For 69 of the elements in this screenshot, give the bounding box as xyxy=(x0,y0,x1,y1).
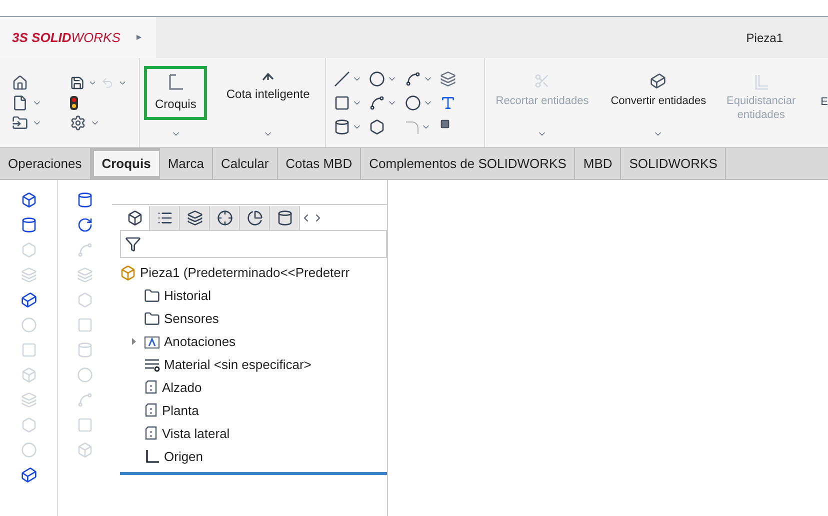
app-logo: 3S SOLIDWORKS xyxy=(12,28,120,47)
traffic-light-icon[interactable] xyxy=(70,96,78,110)
feature-tool-icon[interactable] xyxy=(20,217,36,233)
part-icon xyxy=(120,265,136,281)
ribbon-button[interactable]: Croquis xyxy=(144,66,208,120)
tree-item[interactable]: Vista lateral xyxy=(162,424,230,444)
ribbon-tab[interactable]: MBD xyxy=(575,148,622,179)
origin-icon xyxy=(144,448,160,464)
tree-item[interactable]: Alzado xyxy=(162,378,202,398)
panel-tab[interactable] xyxy=(240,206,270,230)
cylinder-icon xyxy=(276,210,292,226)
ribbon-label[interactable]: E xyxy=(820,94,828,111)
ribbon-tab[interactable]: Calcular xyxy=(212,148,278,179)
open-file-icon[interactable] xyxy=(12,114,28,130)
document-title: Pieza1 xyxy=(746,30,783,46)
tree-item[interactable]: Pieza1 (Predeterminado<<Predeterr xyxy=(120,262,387,284)
scissors-icon xyxy=(534,73,550,89)
circle-icon[interactable] xyxy=(369,70,386,86)
ribbon-tab[interactable]: Cotas MBD xyxy=(278,148,362,179)
feature-tool-icon[interactable] xyxy=(20,467,36,483)
feature-tool-icon[interactable] xyxy=(77,217,93,233)
layers-icon xyxy=(186,210,202,226)
ellipse-icon[interactable] xyxy=(404,94,421,110)
dimension-icon xyxy=(262,73,274,81)
list-icon xyxy=(156,210,172,226)
pie-icon xyxy=(246,210,262,226)
panel-tab[interactable] xyxy=(210,206,240,230)
sketch-icon xyxy=(166,73,185,91)
part-icon xyxy=(126,210,142,226)
tree-item[interactable]: Material <sin especificar> xyxy=(164,354,312,374)
ribbon-tab[interactable]: Complementos de SOLIDWORKS xyxy=(361,148,576,179)
ribbon-tab[interactable]: Croquis xyxy=(90,148,160,179)
expand-arrow-icon[interactable] xyxy=(132,338,136,345)
tree-item[interactable]: Anotaciones xyxy=(164,332,236,352)
crosshair-icon xyxy=(216,210,232,226)
panel-tab[interactable] xyxy=(150,206,180,230)
feature-tool-icon[interactable] xyxy=(20,192,36,208)
feature-tool-icon[interactable] xyxy=(20,292,36,308)
cube-icon xyxy=(650,73,666,89)
new-file-icon[interactable] xyxy=(12,94,28,110)
save-icon[interactable] xyxy=(70,74,84,90)
spline-icon[interactable] xyxy=(404,70,421,86)
settings-icon[interactable] xyxy=(70,114,86,130)
text-icon[interactable] xyxy=(440,94,456,110)
tree-item[interactable]: Origen xyxy=(164,446,204,466)
annotation-folder-icon xyxy=(144,334,160,350)
panel-tab[interactable] xyxy=(180,206,210,230)
rectangle-icon[interactable] xyxy=(334,94,350,110)
ribbon-button[interactable]: Convertir entidades xyxy=(604,66,714,116)
fillet-icon[interactable] xyxy=(404,120,419,134)
polygon-icon[interactable] xyxy=(369,118,386,134)
material-icon xyxy=(144,356,160,372)
ribbon-button[interactable]: Cota inteligente xyxy=(215,66,321,110)
ribbon-tab[interactable]: SOLIDWORKS xyxy=(621,148,726,179)
panel-tab[interactable] xyxy=(270,206,300,230)
filter-icon[interactable] xyxy=(125,236,141,252)
tree-item[interactable]: Sensores xyxy=(164,308,219,328)
home-icon[interactable] xyxy=(12,74,28,90)
line-icon[interactable] xyxy=(334,70,350,86)
arc-icon[interactable] xyxy=(369,94,386,110)
folder-icon xyxy=(144,288,160,304)
tree-item[interactable]: Historial xyxy=(164,286,211,306)
point-icon[interactable] xyxy=(440,118,450,128)
slot-icon[interactable] xyxy=(334,118,350,134)
menu-arrow[interactable]: ▸ xyxy=(136,30,142,45)
ribbon-tab[interactable]: Marca xyxy=(160,148,213,179)
feature-tool-icon[interactable] xyxy=(77,192,93,208)
tree-item[interactable]: Planta xyxy=(162,400,199,420)
folder-icon xyxy=(144,310,160,326)
